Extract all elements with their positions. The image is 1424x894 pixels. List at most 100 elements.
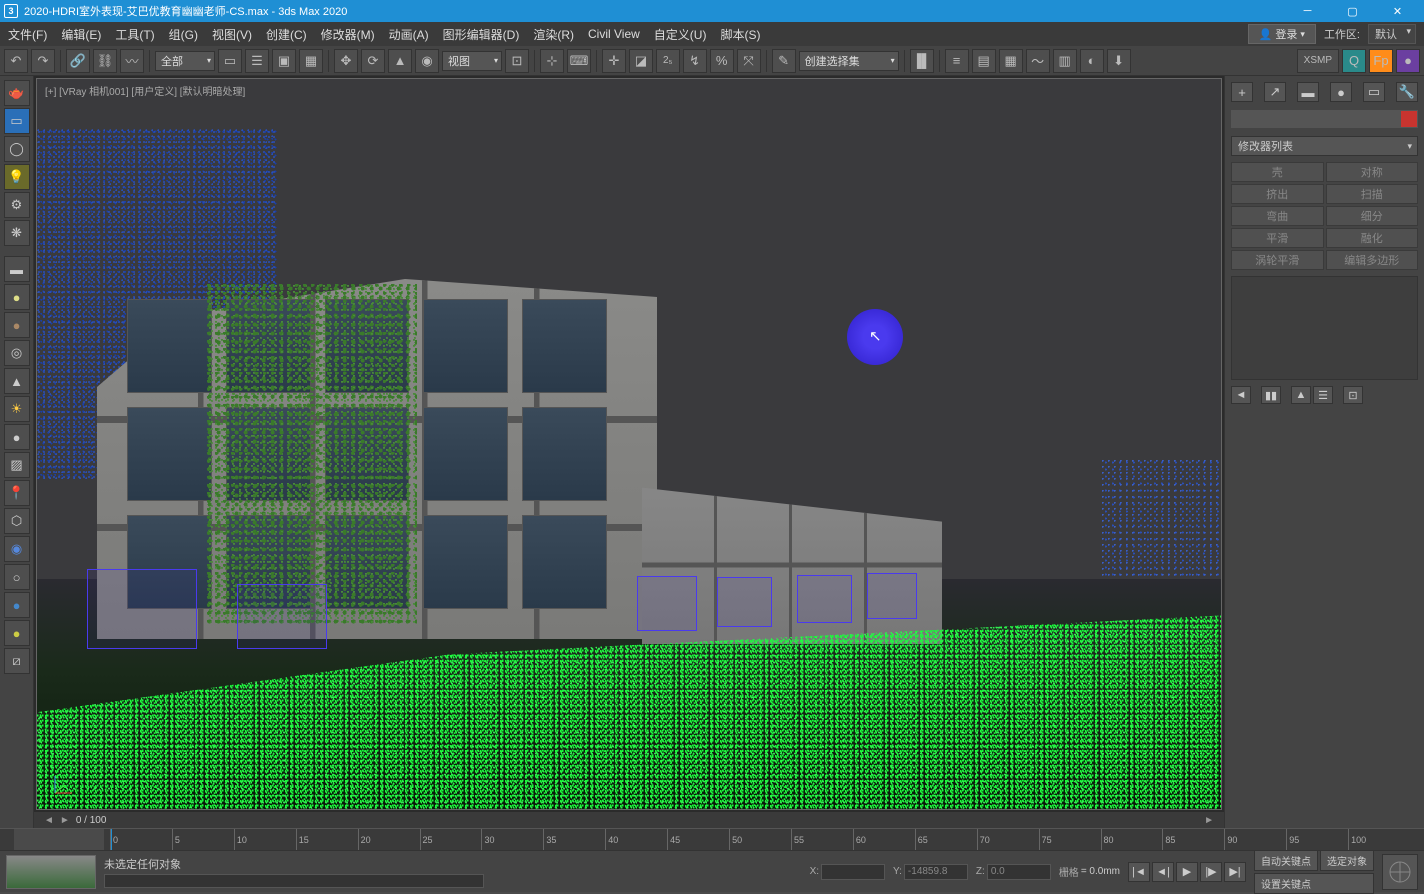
move-button[interactable]: ✥ bbox=[334, 49, 358, 73]
remove-modifier-button[interactable]: ☰ bbox=[1313, 386, 1333, 404]
modifier-list-dropdown[interactable]: 修改器列表 bbox=[1231, 136, 1418, 156]
menu-modifiers[interactable]: 修改器(M) bbox=[321, 26, 375, 43]
snap-toggle-button[interactable]: ✛ bbox=[602, 49, 626, 73]
edit-named-sel-button[interactable]: ✎ bbox=[772, 49, 796, 73]
sphere-blue2-button[interactable]: ● bbox=[4, 592, 30, 618]
menu-views[interactable]: 视图(V) bbox=[212, 26, 252, 43]
box-primitive-button[interactable]: ▭ bbox=[4, 108, 30, 134]
select-object-button[interactable]: ▭ bbox=[218, 49, 242, 73]
placement-button[interactable]: ◉ bbox=[415, 49, 439, 73]
set-key-button[interactable]: 设置关键点 bbox=[1254, 873, 1374, 894]
motion-tab[interactable]: ● bbox=[1330, 82, 1352, 102]
mod-extrude-button[interactable]: 挤出 bbox=[1231, 184, 1324, 204]
mod-subdivide-button[interactable]: 细分 bbox=[1326, 206, 1419, 226]
selection-filter-button[interactable]: 选定对象 bbox=[1320, 850, 1374, 871]
viewport[interactable]: [+] [VRay 相机001] [用户定义] [默认明暗处理] bbox=[36, 78, 1222, 810]
mod-melt-button[interactable]: 融化 bbox=[1326, 228, 1419, 248]
manipulate-button[interactable]: ⊹ bbox=[540, 49, 564, 73]
named-selection-dropdown[interactable]: 创建选择集 bbox=[799, 51, 899, 71]
y-input[interactable] bbox=[904, 864, 968, 880]
fp-button[interactable]: Fp bbox=[1369, 49, 1393, 73]
hatch-button[interactable]: ⧄ bbox=[4, 648, 30, 674]
helper-button[interactable]: ⚙ bbox=[4, 192, 30, 218]
viewport-nav-controls[interactable] bbox=[1382, 854, 1418, 890]
ref-coord-dropdown[interactable]: 视图 bbox=[442, 51, 502, 71]
menu-group[interactable]: 组(G) bbox=[169, 26, 198, 43]
configure-sets-button[interactable]: ⊡ bbox=[1343, 386, 1363, 404]
ring-button[interactable]: ○ bbox=[4, 564, 30, 590]
workspace-dropdown[interactable]: 默认 bbox=[1368, 24, 1416, 44]
scale-button[interactable]: ▲ bbox=[388, 49, 412, 73]
render-setup-button[interactable]: ⬇ bbox=[1107, 49, 1131, 73]
goto-end-button[interactable]: ▶| bbox=[1224, 862, 1246, 882]
menu-edit[interactable]: 编辑(E) bbox=[61, 26, 101, 43]
geosphere-button[interactable]: ◯ bbox=[4, 136, 30, 162]
close-button[interactable]: ✕ bbox=[1375, 0, 1420, 22]
next-frame-button[interactable]: |▶ bbox=[1200, 862, 1222, 882]
timeline-end-button[interactable]: ► bbox=[1204, 815, 1214, 826]
curve-editor-button[interactable]: 〜 bbox=[1026, 49, 1050, 73]
menu-civilview[interactable]: Civil View bbox=[588, 27, 640, 41]
pivot-center-button[interactable]: ⊡ bbox=[505, 49, 529, 73]
freeze-button[interactable]: ⬡ bbox=[4, 508, 30, 534]
selection-filter-dropdown[interactable]: 全部 bbox=[155, 51, 215, 71]
maximize-button[interactable]: ▢ bbox=[1330, 0, 1375, 22]
object-color-swatch[interactable] bbox=[1401, 111, 1417, 127]
undo-button[interactable]: ↶ bbox=[4, 49, 28, 73]
select-region-rect-button[interactable]: ▣ bbox=[272, 49, 296, 73]
mod-editpoly-button[interactable]: 编辑多边形 bbox=[1326, 250, 1419, 270]
link-button[interactable]: 🔗 bbox=[66, 49, 90, 73]
menu-tools[interactable]: 工具(T) bbox=[115, 26, 154, 43]
toggle-ribbon-button[interactable]: ▦ bbox=[999, 49, 1023, 73]
spinner-snap-button[interactable]: ↯ bbox=[683, 49, 707, 73]
mod-turbosmooth-button[interactable]: 涡轮平滑 bbox=[1231, 250, 1324, 270]
goto-start-button[interactable]: |◄ bbox=[1128, 862, 1150, 882]
mod-bend-button[interactable]: 弯曲 bbox=[1231, 206, 1324, 226]
prev-frame-button[interactable]: ◄| bbox=[1152, 862, 1174, 882]
teapot-icon[interactable]: 🫖 bbox=[4, 80, 30, 106]
viewport-label[interactable]: [+] [VRay 相机001] [用户定义] [默认明暗处理] bbox=[45, 83, 245, 98]
plugin-button[interactable]: ● bbox=[1396, 49, 1420, 73]
menu-create[interactable]: 创建(C) bbox=[266, 26, 307, 43]
prompt-line[interactable] bbox=[104, 874, 484, 888]
mod-smooth-button[interactable]: 平滑 bbox=[1231, 228, 1324, 248]
pin-stack-button[interactable]: ◄ bbox=[1231, 386, 1251, 404]
modifier-stack[interactable] bbox=[1231, 276, 1418, 380]
modify-tab[interactable]: ↗ bbox=[1264, 82, 1286, 102]
sun-button[interactable]: ☀ bbox=[4, 396, 30, 422]
minimize-button[interactable]: ─ bbox=[1285, 0, 1330, 22]
make-unique-button[interactable]: ▲ bbox=[1291, 386, 1311, 404]
cone-button[interactable]: ▲ bbox=[4, 368, 30, 394]
light-button[interactable]: 💡 bbox=[4, 164, 30, 190]
layer-explorer-button[interactable]: ▤ bbox=[972, 49, 996, 73]
quick-render-button[interactable]: Q bbox=[1342, 49, 1366, 73]
show-end-result-button[interactable]: ▮▮ bbox=[1261, 386, 1281, 404]
sphere-yellow2-button[interactable]: ● bbox=[4, 620, 30, 646]
auto-key-button[interactable]: 自动关键点 bbox=[1254, 850, 1318, 871]
create-tab[interactable]: + bbox=[1231, 82, 1253, 102]
login-button[interactable]: 👤 登录 ▾ bbox=[1248, 24, 1316, 44]
mesh-button[interactable]: ▨ bbox=[4, 452, 30, 478]
timeline-prev-button[interactable]: ◄ bbox=[44, 815, 54, 826]
pin-button[interactable]: 📍 bbox=[4, 480, 30, 506]
window-crossing-button[interactable]: ▦ bbox=[299, 49, 323, 73]
keyboard-shortcut-button[interactable]: ⌨ bbox=[567, 49, 591, 73]
utilities-tab[interactable]: 🔧 bbox=[1396, 82, 1418, 102]
object-color-bar[interactable] bbox=[1231, 110, 1418, 128]
menu-animation[interactable]: 动画(A) bbox=[389, 26, 429, 43]
torus-button[interactable]: ◎ bbox=[4, 340, 30, 366]
maxscript-mini-listener[interactable] bbox=[6, 855, 96, 889]
plane-button[interactable]: ▬ bbox=[4, 256, 30, 282]
hierarchy-tab[interactable]: ▬ bbox=[1297, 82, 1319, 102]
sphere-yellow-button[interactable]: ● bbox=[4, 284, 30, 310]
align-button[interactable]: ≡ bbox=[945, 49, 969, 73]
schematic-view-button[interactable]: ▥ bbox=[1053, 49, 1077, 73]
menu-graph-editors[interactable]: 图形编辑器(D) bbox=[443, 26, 520, 43]
mirror-button[interactable]: ▐▌ bbox=[910, 49, 934, 73]
mod-sweep-button[interactable]: 扫描 bbox=[1326, 184, 1419, 204]
mod-symmetry-button[interactable]: 对称 bbox=[1326, 162, 1419, 182]
xsmp-button[interactable]: XSMP bbox=[1297, 49, 1339, 73]
menu-file[interactable]: 文件(F) bbox=[8, 26, 47, 43]
sphere-brown-button[interactable]: ● bbox=[4, 312, 30, 338]
bind-spacewarp-button[interactable]: 〰 bbox=[120, 49, 144, 73]
